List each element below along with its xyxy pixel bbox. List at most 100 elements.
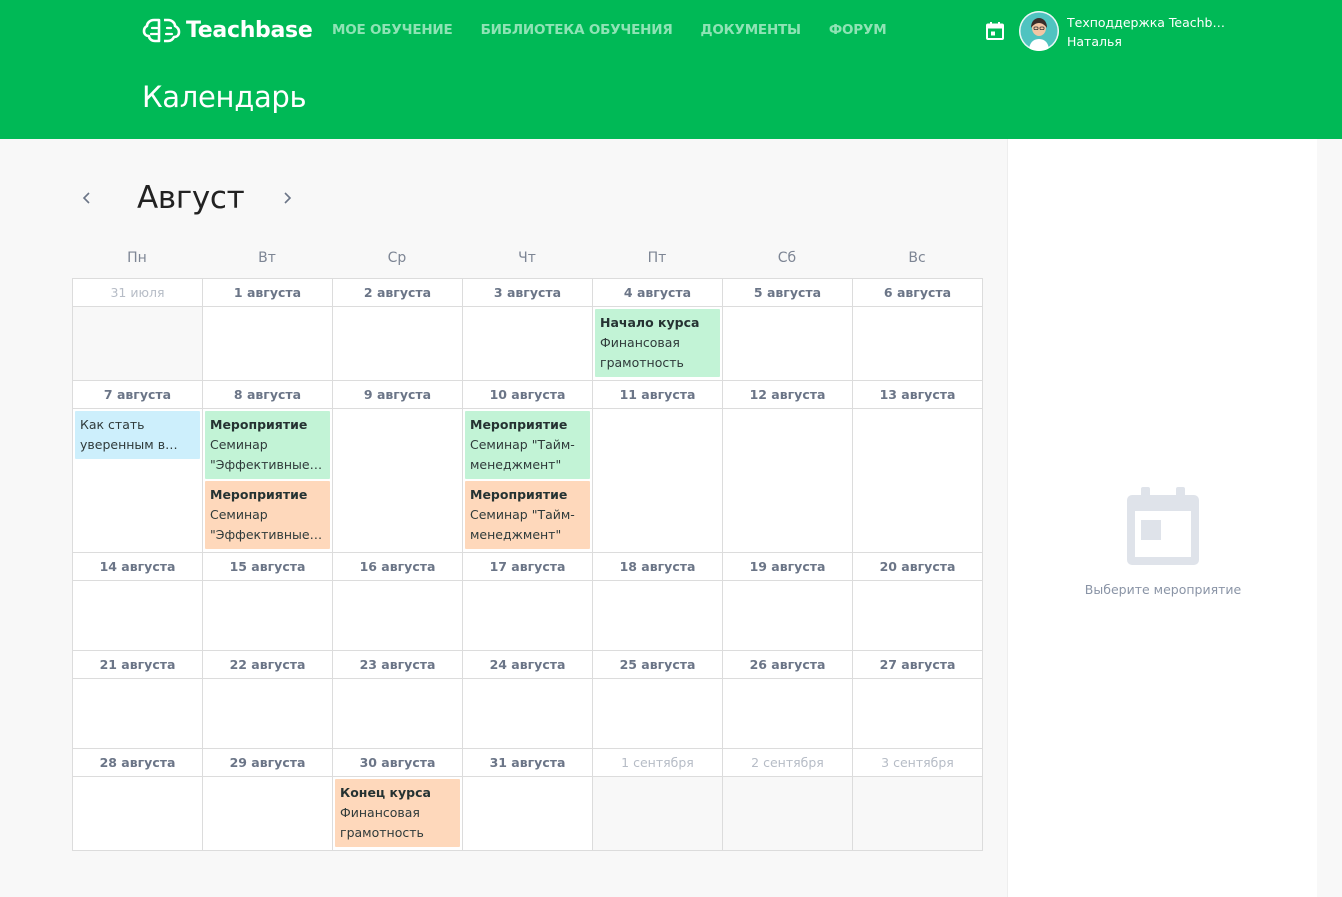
day-date-label: 24 августа bbox=[463, 651, 592, 679]
day-cell[interactable]: 12 августа bbox=[723, 381, 853, 553]
avatar[interactable] bbox=[1019, 11, 1059, 51]
day-date-label: 3 сентября bbox=[853, 749, 982, 777]
day-cell[interactable]: 4 августа Начало курса Финансовая грамотно… bbox=[593, 279, 723, 381]
day-cell[interactable]: 1 сентября bbox=[593, 749, 723, 851]
month-navigation: Август bbox=[72, 178, 372, 222]
user-avatar-icon bbox=[1019, 11, 1059, 51]
event-title: Мероприятие bbox=[210, 417, 308, 432]
day-cell[interactable]: 1 августа bbox=[203, 279, 333, 381]
prev-month-button[interactable] bbox=[77, 188, 97, 208]
day-cell[interactable]: 25 августа bbox=[593, 651, 723, 749]
main-nav: МОЕ ОБУЧЕНИЕ БИБЛИОТЕКА ОБУЧЕНИЯ ДОКУМЕН… bbox=[332, 22, 914, 38]
day-date-label: 10 августа bbox=[463, 381, 592, 409]
event-title: Мероприятие bbox=[470, 487, 568, 502]
chevron-left-icon bbox=[82, 192, 90, 204]
day-cell[interactable]: 27 августа bbox=[853, 651, 983, 749]
day-cell[interactable]: 21 августа bbox=[73, 651, 203, 749]
day-cell[interactable]: 9 августа bbox=[333, 381, 463, 553]
day-date-label: 23 августа bbox=[333, 651, 462, 679]
day-cell[interactable]: 31 июля bbox=[73, 279, 203, 381]
day-date-label: 20 августа bbox=[853, 553, 982, 581]
day-date-label: 14 августа bbox=[73, 553, 202, 581]
day-cell[interactable]: 2 сентября bbox=[723, 749, 853, 851]
calendar-event[interactable]: Мероприятие Семинар "Эффективные перегово… bbox=[205, 411, 330, 479]
calendar-event[interactable]: Мероприятие Семинар "Тайм-менеджмент" bbox=[465, 481, 590, 549]
day-cell[interactable]: 24 августа bbox=[463, 651, 593, 749]
day-cell[interactable]: 2 августа bbox=[333, 279, 463, 381]
calendar-icon[interactable] bbox=[985, 21, 1005, 41]
day-cell[interactable]: 10 августа Мероприятие Семинар "Тайм-менед… bbox=[463, 381, 593, 553]
day-date-label: 1 сентября bbox=[593, 749, 722, 777]
day-date-label: 15 августа bbox=[203, 553, 332, 581]
event-title: Конец курса bbox=[340, 785, 431, 800]
calendar-event[interactable]: Конец курса Финансовая грамотность bbox=[335, 779, 460, 847]
event-title: Мероприятие bbox=[470, 417, 568, 432]
day-date-label: 12 августа bbox=[723, 381, 852, 409]
day-cell[interactable]: 7 августа Как стать уверенным в себе bbox=[73, 381, 203, 553]
weekday-label: Пн bbox=[127, 250, 147, 266]
day-cell[interactable]: 22 августа bbox=[203, 651, 333, 749]
event-description: Финансовая грамотность bbox=[340, 805, 424, 840]
day-cell[interactable]: 3 сентября bbox=[853, 749, 983, 851]
calendar-event[interactable]: Как стать уверенным в себе bbox=[75, 411, 200, 459]
day-cell[interactable]: 14 августа bbox=[73, 553, 203, 651]
day-date-label: 28 августа bbox=[73, 749, 202, 777]
week-row: 7 августа Как стать уверенным в себе 8 авг… bbox=[73, 381, 983, 553]
month-title: Август bbox=[137, 180, 245, 216]
day-cell[interactable]: 28 августа bbox=[73, 749, 203, 851]
event-title: Начало курса bbox=[600, 315, 700, 330]
day-cell[interactable]: 30 августа Конец курса Финансовая грамотно… bbox=[333, 749, 463, 851]
day-cell[interactable]: 18 августа bbox=[593, 553, 723, 651]
day-date-label: 18 августа bbox=[593, 553, 722, 581]
day-cell[interactable]: 3 августа bbox=[463, 279, 593, 381]
weekday-label: Вт bbox=[258, 250, 276, 266]
day-cell[interactable]: 5 августа bbox=[723, 279, 853, 381]
day-cell[interactable]: 8 августа Мероприятие Семинар "Эффективные… bbox=[203, 381, 333, 553]
day-date-label: 5 августа bbox=[723, 279, 852, 307]
day-date-label: 31 августа bbox=[463, 749, 592, 777]
nav-item-documents[interactable]: ДОКУМЕНТЫ bbox=[701, 22, 801, 38]
day-cell[interactable]: 16 августа bbox=[333, 553, 463, 651]
day-date-label: 2 сентября bbox=[723, 749, 852, 777]
event-description: Семинар "Эффективные переговоры" bbox=[210, 437, 310, 472]
user-org: Техподдержка Teachbase bbox=[1067, 15, 1227, 30]
day-cell[interactable]: 31 августа bbox=[463, 749, 593, 851]
day-date-label: 16 августа bbox=[333, 553, 462, 581]
calendar-empty-icon bbox=[1127, 487, 1199, 565]
day-date-label: 27 августа bbox=[853, 651, 982, 679]
weekday-label: Пт bbox=[647, 250, 667, 266]
page-title: Календарь bbox=[142, 80, 307, 114]
chevron-right-icon bbox=[284, 192, 292, 204]
day-cell[interactable]: 20 августа bbox=[853, 553, 983, 651]
logo[interactable]: Teachbase bbox=[142, 14, 313, 46]
calendar-event[interactable]: Мероприятие Семинар "Тайм-менеджмент" bbox=[465, 411, 590, 479]
day-cell[interactable]: 13 августа bbox=[853, 381, 983, 553]
day-date-label: 7 августа bbox=[73, 381, 202, 409]
day-date-label: 26 августа bbox=[723, 651, 852, 679]
day-cell[interactable]: 29 августа bbox=[203, 749, 333, 851]
header: Teachbase МОЕ ОБУЧЕНИЕ БИБЛИОТЕКА ОБУЧЕН… bbox=[0, 0, 1342, 139]
logo-text: Teachbase bbox=[186, 17, 313, 43]
event-description: Финансовая грамотность bbox=[600, 335, 684, 370]
day-cell[interactable]: 6 августа bbox=[853, 279, 983, 381]
calendar-event[interactable]: Мероприятие Семинар "Эффективные перегово… bbox=[205, 481, 330, 549]
user-info[interactable]: Техподдержка Teachbase Наталья bbox=[1067, 13, 1227, 51]
day-cell[interactable]: 11 августа bbox=[593, 381, 723, 553]
day-cell[interactable]: 26 августа bbox=[723, 651, 853, 749]
next-month-button[interactable] bbox=[277, 188, 297, 208]
nav-item-forum[interactable]: ФОРУМ bbox=[829, 22, 887, 38]
weekday-label: Чт bbox=[518, 250, 536, 266]
day-date-label: 30 августа bbox=[333, 749, 462, 777]
calendar-event[interactable]: Начало курса Финансовая грамотность bbox=[595, 309, 720, 377]
day-cell[interactable]: 15 августа bbox=[203, 553, 333, 651]
day-cell[interactable]: 17 августа bbox=[463, 553, 593, 651]
day-cell[interactable]: 19 августа bbox=[723, 553, 853, 651]
event-description: Семинар "Тайм-менеджмент" bbox=[470, 507, 575, 542]
event-title: Мероприятие bbox=[210, 487, 308, 502]
nav-item-my-learning[interactable]: МОЕ ОБУЧЕНИЕ bbox=[332, 22, 453, 38]
day-date-label: 4 августа bbox=[593, 279, 722, 307]
weekday-label: Вс bbox=[908, 250, 926, 266]
day-cell[interactable]: 23 августа bbox=[333, 651, 463, 749]
nav-item-library[interactable]: БИБЛИОТЕКА ОБУЧЕНИЯ bbox=[481, 22, 673, 38]
day-date-label: 22 августа bbox=[203, 651, 332, 679]
